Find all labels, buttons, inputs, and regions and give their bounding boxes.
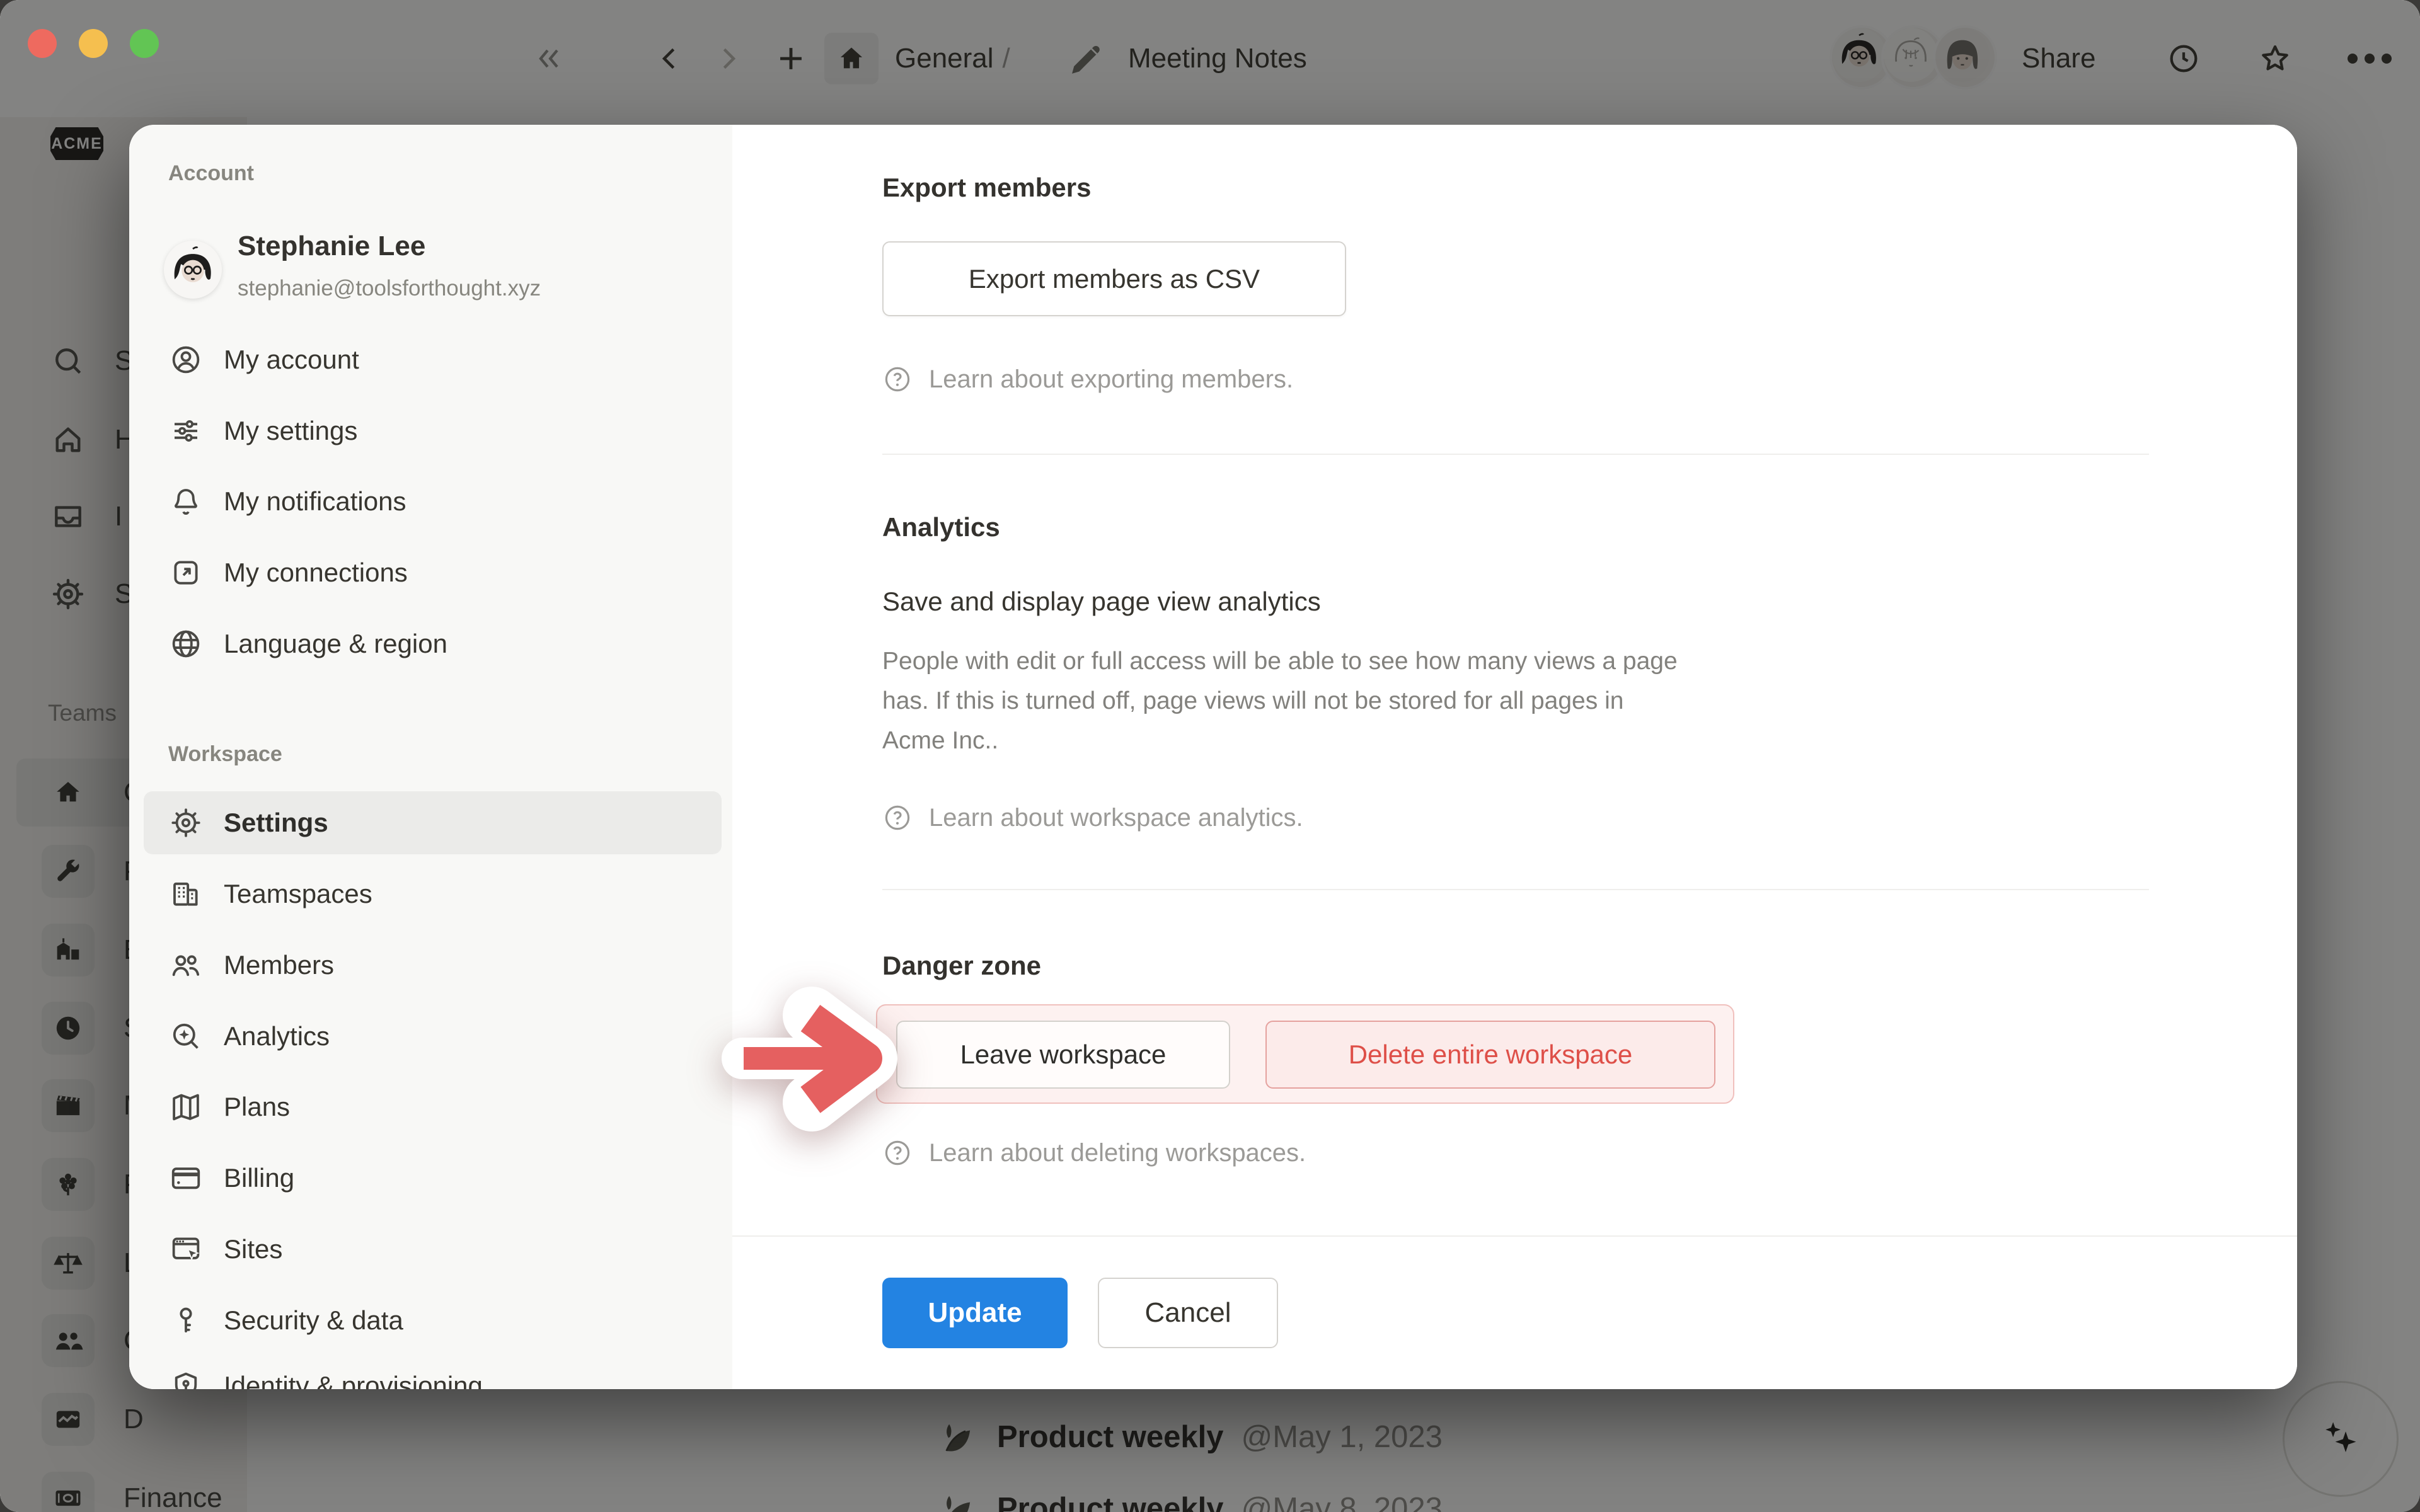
sidebar-item-label: My notifications: [224, 486, 406, 517]
danger-help-link[interactable]: Learn about deleting workspaces.: [882, 1138, 1306, 1168]
sidebar-item-label: Settings: [224, 808, 328, 838]
sidebar-item-label: Billing: [224, 1163, 294, 1193]
analytics-title: Analytics: [882, 512, 1000, 542]
sidebar-item-my-notifications[interactable]: My notifications: [154, 470, 709, 533]
app-window: General / Meeting Notes Share: [0, 0, 2420, 1512]
buildings-icon: [168, 876, 204, 912]
sidebar-item-sites[interactable]: Sites: [154, 1218, 709, 1281]
credit-card-icon: [168, 1160, 204, 1196]
magnifier-sparkle-icon: [168, 1019, 204, 1054]
pointer-arrow: [706, 980, 908, 1138]
sidebar-item-label: Identity & provisioning: [224, 1371, 483, 1389]
browser-cursor-icon: [168, 1232, 204, 1267]
sidebar-item-my-settings[interactable]: My settings: [154, 399, 709, 462]
settings-sidebar: Account Stephanie Lee stephanie@toolsfor…: [129, 125, 732, 1389]
sidebar-item-label: Security & data: [224, 1305, 403, 1336]
description-line: People with edit or full access will be …: [882, 641, 1678, 681]
sidebar-item-my-connections[interactable]: My connections: [154, 541, 709, 604]
footer-divider: [732, 1235, 2297, 1237]
export-members-csv-button[interactable]: Export members as CSV: [882, 241, 1346, 316]
sidebar-item-teamspaces[interactable]: Teamspaces: [154, 862, 709, 925]
account-section-header: Account: [168, 161, 254, 186]
description-line: has. If this is turned off, page views w…: [882, 681, 1678, 721]
profile-name: Stephanie Lee: [238, 231, 425, 262]
sidebar-item-identity-provisioning[interactable]: Identity & provisioning: [154, 1354, 709, 1389]
settings-content: Export members Export members as CSV Lea…: [732, 125, 2297, 1389]
members-icon: [168, 948, 204, 983]
settings-modal: Account Stephanie Lee stephanie@toolsfor…: [129, 125, 2297, 1389]
sidebar-item-label: Sites: [224, 1234, 282, 1264]
bell-icon: [168, 484, 204, 519]
person-circle-icon: [168, 342, 204, 377]
sidebar-item-security-data[interactable]: Security & data: [154, 1289, 709, 1352]
sidebar-item-label: My account: [224, 345, 359, 375]
sidebar-item-label: Language & region: [224, 629, 447, 659]
page-view-analytics-label: Save and display page view analytics: [882, 587, 1321, 617]
danger-zone-title: Danger zone: [882, 951, 1041, 981]
arrow-up-right-box-icon: [168, 555, 204, 590]
sidebar-item-my-account[interactable]: My account: [154, 328, 709, 391]
delete-workspace-button[interactable]: Delete entire workspace: [1265, 1021, 1715, 1089]
sidebar-item-label: My connections: [224, 558, 408, 588]
map-icon: [168, 1089, 204, 1125]
sidebar-item-analytics[interactable]: Analytics: [154, 1005, 709, 1068]
question-circle-icon: [882, 1138, 913, 1168]
export-help-link[interactable]: Learn about exporting members.: [882, 364, 1293, 394]
sliders-icon: [168, 413, 204, 449]
sidebar-item-billing[interactable]: Billing: [154, 1147, 709, 1210]
section-divider: [882, 889, 2149, 890]
help-text[interactable]: Learn about exporting members.: [929, 365, 1293, 394]
page-view-analytics-description: People with edit or full access will be …: [882, 641, 1678, 760]
leave-workspace-button[interactable]: Leave workspace: [896, 1021, 1230, 1089]
export-members-title: Export members: [882, 173, 1091, 203]
help-text[interactable]: Learn about workspace analytics.: [929, 804, 1303, 832]
question-circle-icon: [882, 364, 913, 394]
sidebar-item-label: My settings: [224, 416, 357, 446]
sidebar-item-settings[interactable]: Settings: [154, 791, 709, 854]
section-divider: [882, 454, 2149, 455]
sidebar-item-label: Plans: [224, 1092, 290, 1122]
analytics-help-link[interactable]: Learn about workspace analytics.: [882, 803, 1303, 833]
profile-email: stephanie@toolsforthought.xyz: [238, 276, 541, 301]
danger-zone-container: Leave workspace Delete entire workspace: [876, 1004, 1734, 1104]
workspace-section-header: Workspace: [168, 742, 282, 767]
sidebar-item-label: Teamspaces: [224, 879, 372, 909]
sidebar-item-members[interactable]: Members: [154, 934, 709, 997]
sidebar-item-label: Members: [224, 950, 334, 980]
question-circle-icon: [882, 803, 913, 833]
sidebar-item-language-region[interactable]: Language & region: [154, 612, 709, 675]
window-zoom-button[interactable]: [130, 29, 159, 58]
help-text[interactable]: Learn about deleting workspaces.: [929, 1139, 1306, 1167]
update-button[interactable]: Update: [882, 1278, 1068, 1348]
profile-avatar: [164, 241, 222, 299]
cancel-button[interactable]: Cancel: [1098, 1278, 1278, 1348]
gear-icon: [168, 805, 204, 840]
window-close-button[interactable]: [28, 29, 57, 58]
description-line: Acme Inc..: [882, 721, 1678, 760]
globe-icon: [168, 626, 204, 662]
key-icon: [168, 1303, 204, 1338]
shield-icon: [168, 1368, 204, 1389]
sidebar-item-plans[interactable]: Plans: [154, 1075, 709, 1138]
window-minimize-button[interactable]: [79, 29, 108, 58]
sidebar-item-label: Analytics: [224, 1021, 330, 1051]
